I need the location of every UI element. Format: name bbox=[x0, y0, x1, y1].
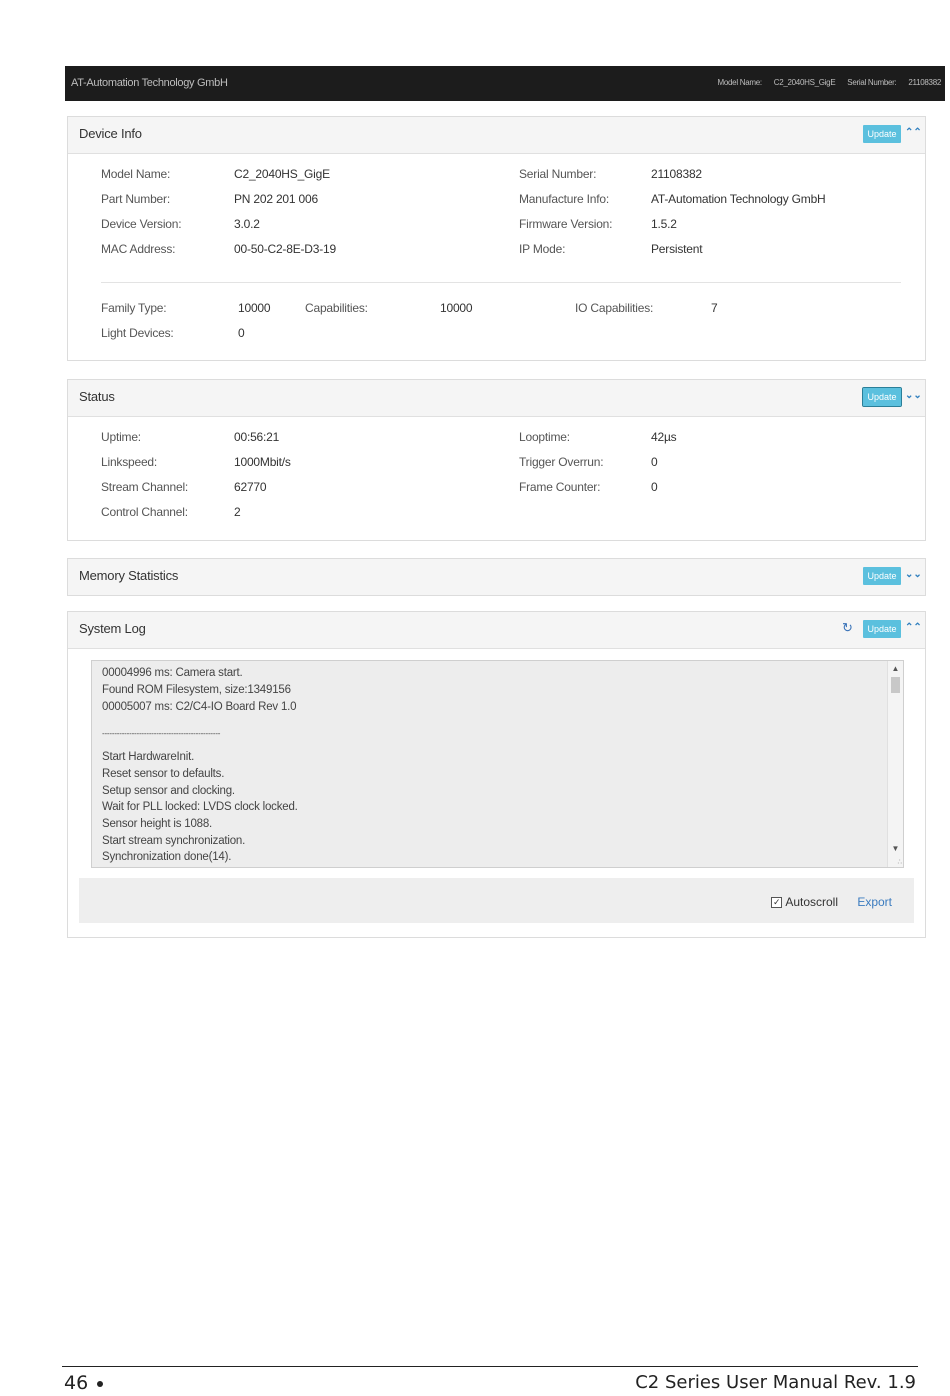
scrollbar-thumb[interactable] bbox=[891, 677, 900, 693]
memory-statistics-panel: Memory Statistics Update ⌄⌄ bbox=[67, 558, 926, 596]
firmware-version-value: 1.5.2 bbox=[651, 217, 677, 231]
header-model-label: Model Name: bbox=[717, 78, 763, 87]
header-device-meta: Model Name: C2_2040HS_GigE Serial Number… bbox=[708, 78, 942, 87]
header-model-value: C2_2040HS_GigE bbox=[773, 78, 836, 87]
log-line: 00005007 ms: C2/C4-IO Board Rev 1.0 bbox=[102, 701, 297, 713]
manufacture-info-label: Manufacture Info: bbox=[519, 192, 609, 206]
status-update-button[interactable]: Update bbox=[862, 387, 902, 407]
frame-counter-label: Frame Counter: bbox=[519, 480, 601, 494]
chevron-double-up-icon[interactable]: ⌃⌃ bbox=[905, 622, 922, 634]
uptime-label: Uptime: bbox=[101, 430, 141, 444]
log-line: Reset sensor to defaults. bbox=[102, 768, 225, 780]
control-channel-label: Control Channel: bbox=[101, 505, 188, 519]
linkspeed-value: 1000Mbit/s bbox=[234, 455, 291, 469]
family-type-value: 10000 bbox=[238, 301, 271, 315]
looptime-value: 42µs bbox=[651, 430, 677, 444]
header-serial-value: 21108382 bbox=[908, 78, 941, 87]
device-info-header[interactable]: Device Info Update ⌃⌃ bbox=[68, 117, 925, 154]
log-line: Sensor height is 1088. bbox=[102, 818, 213, 830]
device-info-title: Device Info bbox=[79, 126, 142, 141]
export-link[interactable]: Export bbox=[857, 895, 892, 909]
device-info-update-button[interactable]: Update bbox=[863, 125, 901, 143]
chevron-double-down-icon[interactable]: ⌄⌄ bbox=[905, 390, 922, 402]
capabilities-value: 10000 bbox=[440, 301, 473, 315]
scroll-down-icon[interactable]: ▼ bbox=[888, 843, 903, 855]
log-line: Found ROM Filesystem, size:1349156 bbox=[102, 684, 291, 696]
log-footer: ✓ Autoscroll Export bbox=[79, 878, 914, 923]
chevron-double-down-icon[interactable]: ⌄⌄ bbox=[905, 569, 922, 581]
frame-counter-value: 0 bbox=[651, 480, 658, 494]
page-number: 46 bbox=[64, 1372, 89, 1394]
model-name-label: Model Name: bbox=[101, 167, 171, 181]
model-name-value: C2_2040HS_GigE bbox=[234, 167, 330, 181]
autoscroll-label: Autoscroll bbox=[785, 895, 838, 909]
autoscroll-toggle[interactable]: ✓ Autoscroll bbox=[771, 895, 838, 909]
log-line: Setup sensor and clocking. bbox=[102, 785, 235, 797]
serial-number-value: 21108382 bbox=[651, 167, 702, 181]
mac-address-value: 00-50-C2-8E-D3-19 bbox=[234, 242, 336, 256]
chevron-double-up-icon[interactable]: ⌃⌃ bbox=[905, 127, 922, 139]
status-panel: Status Update ⌄⌄ Uptime: 00:56:21 Linksp… bbox=[67, 379, 926, 541]
capabilities-label: Capabilities: bbox=[305, 301, 368, 315]
light-devices-value: 0 bbox=[238, 326, 245, 340]
brand-name: AT-Automation Technology GmbH bbox=[71, 77, 228, 89]
log-textarea[interactable]: 00004996 ms: Camera start. Found ROM Fil… bbox=[91, 660, 904, 868]
system-log-update-button[interactable]: Update bbox=[863, 620, 901, 638]
system-log-header[interactable]: System Log ↻ Update ⌃⌃ bbox=[68, 612, 925, 649]
light-devices-label: Light Devices: bbox=[101, 326, 174, 340]
stream-channel-label: Stream Channel: bbox=[101, 480, 189, 494]
log-separator: ----------------------------------------… bbox=[102, 729, 221, 738]
log-line: 00004996 ms: Camera start. bbox=[102, 667, 243, 679]
linkspeed-label: Linkspeed: bbox=[101, 455, 158, 469]
part-number-label: Part Number: bbox=[101, 192, 170, 206]
ip-mode-value: Persistent bbox=[651, 242, 703, 256]
memory-update-button[interactable]: Update bbox=[863, 567, 901, 585]
io-capabilities-value: 7 bbox=[711, 301, 718, 315]
memory-statistics-header[interactable]: Memory Statistics Update ⌄⌄ bbox=[68, 559, 925, 595]
log-line: Start HardwareInit. bbox=[102, 751, 195, 763]
system-log-title: System Log bbox=[79, 621, 146, 636]
stream-channel-value: 62770 bbox=[234, 480, 267, 494]
log-line: Start stream synchronization. bbox=[102, 835, 246, 847]
trigger-overrun-label: Trigger Overrun: bbox=[519, 455, 604, 469]
memory-statistics-title: Memory Statistics bbox=[79, 568, 179, 583]
footer-rule bbox=[62, 1366, 918, 1367]
log-line: Synchronization done(14). bbox=[102, 851, 232, 863]
document-title: C2 Series User Manual Rev. 1.9 bbox=[635, 1372, 916, 1393]
part-number-value: PN 202 201 006 bbox=[234, 192, 318, 206]
device-version-label: Device Version: bbox=[101, 217, 182, 231]
resize-grip-icon[interactable]: ∴ bbox=[898, 858, 902, 866]
uptime-value: 00:56:21 bbox=[234, 430, 280, 444]
header-serial-label: Serial Number: bbox=[847, 78, 897, 87]
ip-mode-label: IP Mode: bbox=[519, 242, 566, 256]
io-capabilities-label: IO Capabilities: bbox=[575, 301, 654, 315]
family-type-label: Family Type: bbox=[101, 301, 167, 315]
status-title: Status bbox=[79, 389, 115, 404]
section-divider bbox=[101, 282, 901, 283]
bullet-icon bbox=[97, 1381, 103, 1387]
trigger-overrun-value: 0 bbox=[651, 455, 658, 469]
control-channel-value: 2 bbox=[234, 505, 241, 519]
firmware-version-label: Firmware Version: bbox=[519, 217, 613, 231]
scroll-up-icon[interactable]: ▲ bbox=[888, 663, 903, 675]
mac-address-label: MAC Address: bbox=[101, 242, 176, 256]
system-log-panel: System Log ↻ Update ⌃⌃ 00004996 ms: Came… bbox=[67, 611, 926, 938]
status-header[interactable]: Status Update ⌄⌄ bbox=[68, 380, 925, 417]
app-header: AT-Automation Technology GmbH Model Name… bbox=[65, 66, 945, 101]
log-scrollbar[interactable]: ▲ ▼ ∴ bbox=[887, 661, 903, 867]
device-version-value: 3.0.2 bbox=[234, 217, 260, 231]
checkmark-icon[interactable]: ✓ bbox=[771, 897, 783, 909]
log-line: Wait for PLL locked: LVDS clock locked. bbox=[102, 801, 298, 813]
manufacture-info-value: AT-Automation Technology GmbH bbox=[651, 192, 826, 206]
looptime-label: Looptime: bbox=[519, 430, 570, 444]
device-info-panel: Device Info Update ⌃⌃ Model Name: C2_204… bbox=[67, 116, 926, 361]
serial-number-label: Serial Number: bbox=[519, 167, 597, 181]
refresh-icon[interactable]: ↻ bbox=[842, 621, 855, 634]
